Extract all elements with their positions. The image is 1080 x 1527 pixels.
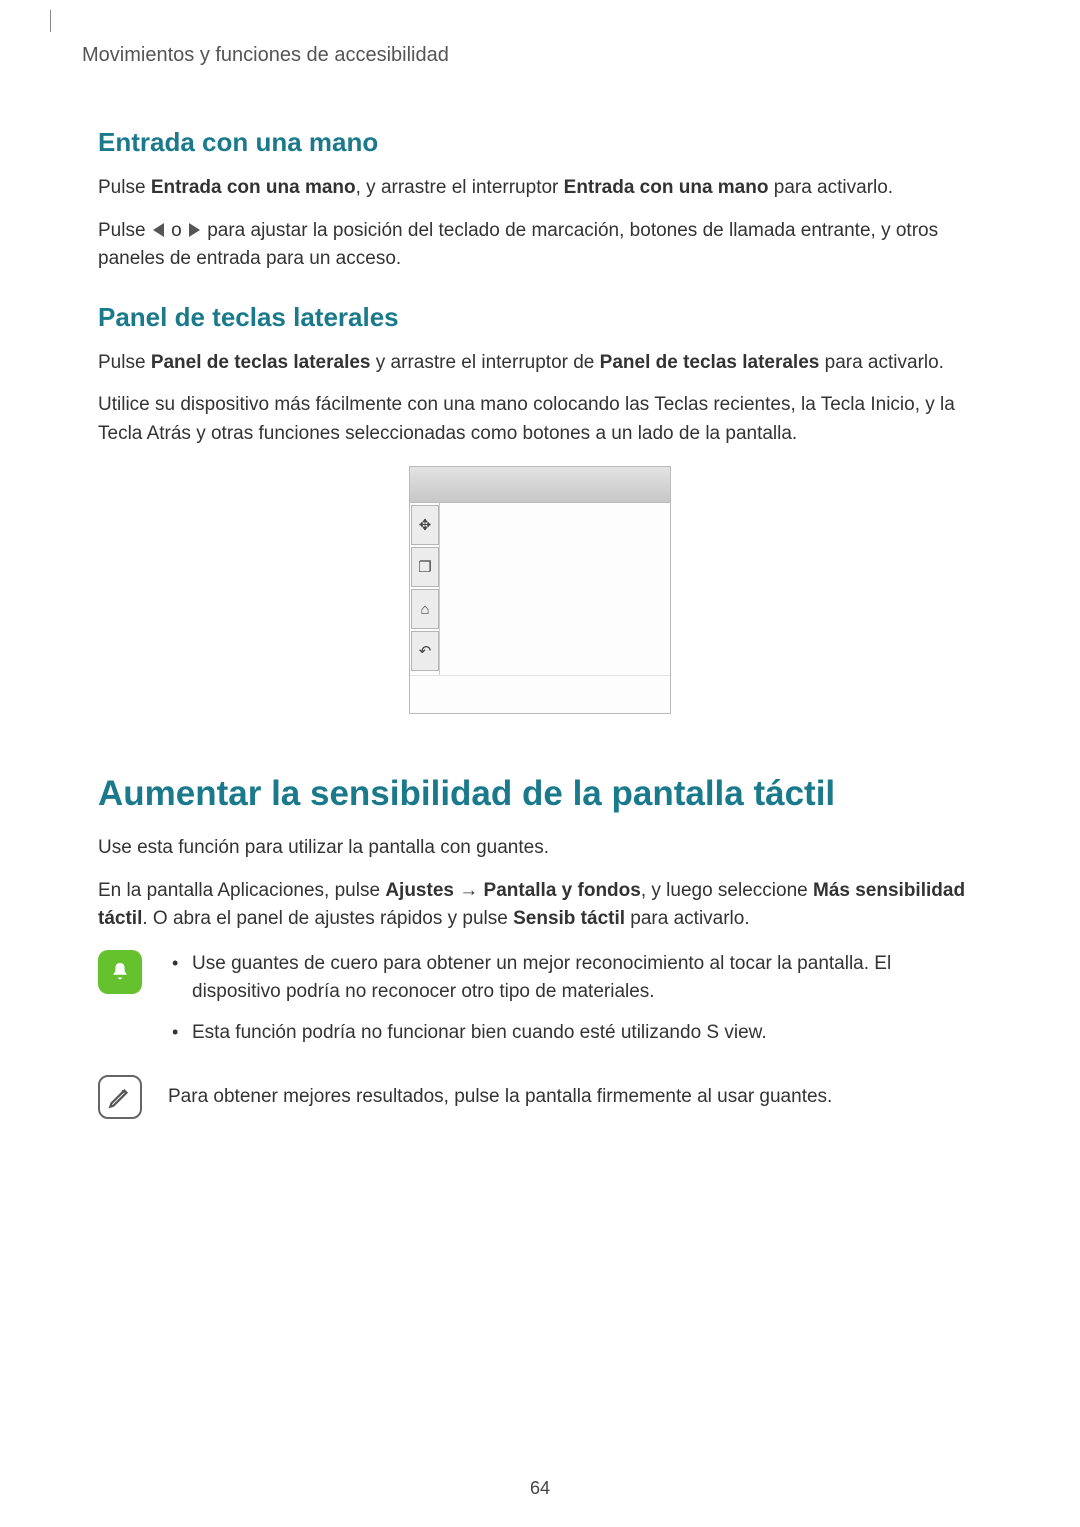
device-status-bar [410, 467, 670, 503]
heading-panel-teclas: Panel de teclas laterales [98, 302, 982, 333]
header-margin-line [50, 10, 51, 32]
side-key-panel: ✥ ❐ ⌂ ↶ [410, 503, 440, 675]
para-panel-2: Utilice su dispositivo más fácilmente co… [98, 391, 982, 448]
para-entrada-2: Pulse o para ajustar la posición del tec… [98, 217, 982, 274]
para-entrada-1: Pulse Entrada con una mano, y arrastre e… [98, 174, 982, 203]
para-panel-1: Pulse Panel de teclas laterales y arrast… [98, 349, 982, 378]
page-content: Movimientos y funciones de accesibilidad… [0, 0, 1080, 1146]
para-sens-2: En la pantalla Aplicaciones, pulse Ajust… [98, 877, 982, 934]
heading-entrada: Entrada con una mano [98, 127, 982, 158]
device-illustration: ✥ ❐ ⌂ ↶ [409, 466, 671, 714]
heading-sensibilidad: Aumentar la sensibilidad de la pantalla … [98, 774, 982, 814]
note-tip-text: Para obtener mejores resultados, pulse l… [168, 1075, 832, 1112]
note-tip-content: Para obtener mejores resultados, pulse l… [168, 1075, 832, 1126]
arrow-right-icon [189, 223, 200, 237]
breadcrumb: Movimientos y funciones de accesibilidad [82, 44, 982, 67]
page-number: 64 [0, 1478, 1080, 1499]
note-alert-item-1: Use guantes de cuero para obtener un mej… [168, 950, 982, 1007]
note-pencil-icon [98, 1075, 142, 1119]
note-alert-content: Use guantes de cuero para obtener un mej… [168, 950, 982, 1060]
move-icon: ✥ [411, 505, 439, 545]
note-row-alert: Use guantes de cuero para obtener un mej… [98, 950, 982, 1060]
note-alert-item-2: Esta función podría no funcionar bien cu… [168, 1019, 982, 1048]
back-icon: ↶ [411, 631, 439, 671]
home-icon: ⌂ [411, 589, 439, 629]
recent-apps-icon: ❐ [411, 547, 439, 587]
arrow-left-icon [153, 223, 164, 237]
device-bottom-area [410, 675, 670, 713]
device-main-area [440, 503, 670, 675]
para-sens-1: Use esta función para utilizar la pantal… [98, 834, 982, 863]
alert-bell-icon [98, 950, 142, 994]
note-row-tip: Para obtener mejores resultados, pulse l… [98, 1075, 982, 1126]
